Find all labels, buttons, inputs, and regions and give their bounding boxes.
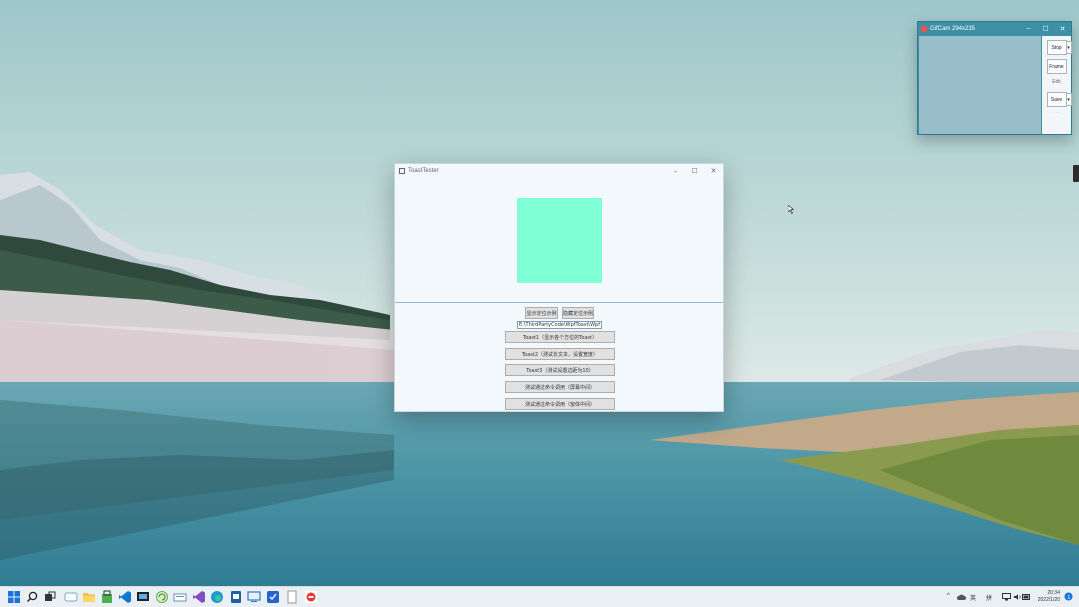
toast3-button[interactable]: Toast3（测试设置边距为10） <box>505 364 615 376</box>
toasttester-window[interactable]: ToastTester – ☐ ✕ 显示定位示例 隐藏定位示例 E:\Third… <box>394 163 724 412</box>
hide-demo-label: 隐藏定位示例 <box>563 310 594 317</box>
stop-dropdown-icon[interactable]: ▾ <box>1065 41 1072 54</box>
hide-demo-button[interactable]: 隐藏定位示例 <box>562 307 594 319</box>
show-demo-label: 显示定位示例 <box>526 310 557 317</box>
clock-time: 20:34 <box>1047 590 1060 596</box>
close-button[interactable]: ✕ <box>1054 25 1071 33</box>
clock-date: 2022/1/20 <box>1037 597 1060 603</box>
visual-studio-icon[interactable] <box>192 590 206 604</box>
gifcam-window[interactable]: GifCam 294x235 – ☐ ✕ Stop ▾ Frame Edit S… <box>917 21 1072 135</box>
remote-desktop-icon[interactable] <box>247 590 261 604</box>
keyboard-app-icon[interactable] <box>173 590 187 604</box>
stop-label: Stop <box>1051 44 1062 51</box>
toast1-button[interactable]: Toast1（显示各个方位的Toast） <box>505 331 615 343</box>
gifcam-taskbar-icon[interactable] <box>304 590 318 604</box>
stop-button[interactable]: Stop ▾ <box>1046 40 1072 55</box>
gifcam-capture-area <box>919 36 1041 134</box>
gifcam-size-label: - - - <box>1053 110 1060 115</box>
store-icon[interactable] <box>100 590 114 604</box>
file-explorer-icon[interactable] <box>82 590 96 604</box>
edit-link[interactable]: Edit <box>1052 79 1061 85</box>
frame-button[interactable]: Frame <box>1046 59 1067 74</box>
gifcam-titlebar[interactable]: GifCam 294x235 – ☐ ✕ <box>918 22 1071 35</box>
cmd-screen-label: 测试通过命令调用（屏幕中间） <box>524 384 595 391</box>
save-button[interactable]: Save ▾ <box>1046 92 1072 107</box>
window-app-icon <box>399 167 405 174</box>
widgets-icon[interactable]: · <box>64 590 78 604</box>
toast2-label: Toast2（测试长文本，设置宽度） <box>521 351 599 358</box>
path-textbox[interactable]: E:\ThirdPartyCode\WpfToast\Wpf <box>517 321 602 329</box>
network-icon[interactable] <box>1002 593 1011 601</box>
mouse-cursor-icon <box>788 205 794 214</box>
save-label: Save <box>1050 96 1063 103</box>
frame-label: Frame <box>1049 63 1064 70</box>
minimize-button[interactable]: – <box>666 167 685 175</box>
refresh-app-icon[interactable] <box>155 590 169 604</box>
start-button-icon[interactable] <box>7 590 21 604</box>
volume-icon[interactable] <box>1013 593 1022 601</box>
minimize-button[interactable]: – <box>1020 25 1037 32</box>
toast3-label: Toast3（测试设置边距为10） <box>526 367 594 374</box>
search-icon[interactable] <box>25 590 39 604</box>
edge-handle[interactable] <box>1073 165 1079 182</box>
app-blue-icon[interactable] <box>229 590 243 604</box>
toasttester-titlebar[interactable]: ToastTester – ☐ ✕ <box>395 164 723 177</box>
cmd-window-button[interactable]: 测试通过命令调用（窗体中间） <box>505 398 615 410</box>
show-demo-button[interactable]: 显示定位示例 <box>525 307 558 319</box>
task-view-icon[interactable] <box>43 590 57 604</box>
edge-browser-icon[interactable] <box>210 590 224 604</box>
toast1-label: Toast1（显示各个方位的Toast） <box>523 334 597 341</box>
presenter-icon[interactable] <box>136 590 150 604</box>
notification-icon[interactable]: 1 <box>1064 592 1073 601</box>
window-title: ToastTester <box>408 167 439 174</box>
todo-icon[interactable] <box>266 590 280 604</box>
input-language-indicator[interactable]: 英 <box>970 593 976 602</box>
taskbar: · ^ 英 拼 20:34 2022/1/20 1 <box>0 586 1079 607</box>
maximize-button[interactable]: ☐ <box>1037 25 1054 33</box>
cloud-icon[interactable] <box>957 593 966 601</box>
system-clock[interactable]: 20:34 2022/1/20 <box>1030 590 1060 604</box>
cmd-window-label: 测试通过命令调用（窗体中间） <box>524 401 595 408</box>
ime-mode-indicator[interactable]: 拼 <box>986 593 992 602</box>
close-button[interactable]: ✕ <box>704 167 723 175</box>
preview-square <box>517 198 602 283</box>
toast2-button[interactable]: Toast2（测试长文本，设置宽度） <box>505 348 615 360</box>
gifcam-title: GifCam 294x235 <box>930 25 976 32</box>
preview-area <box>395 178 723 303</box>
svg-text:1: 1 <box>1067 595 1070 601</box>
cmd-screen-button[interactable]: 测试通过命令调用（屏幕中间） <box>505 381 615 393</box>
save-dropdown-icon[interactable]: ▾ <box>1065 93 1072 106</box>
gifcam-app-icon <box>921 25 927 32</box>
gifcam-controls: Stop ▾ Frame Edit Save ▾ - - - <box>1042 36 1072 134</box>
notepad-icon[interactable] <box>285 590 299 604</box>
vscode-icon[interactable] <box>118 590 132 604</box>
tray-overflow-icon[interactable]: ^ <box>947 593 950 599</box>
maximize-button[interactable]: ☐ <box>685 167 704 175</box>
